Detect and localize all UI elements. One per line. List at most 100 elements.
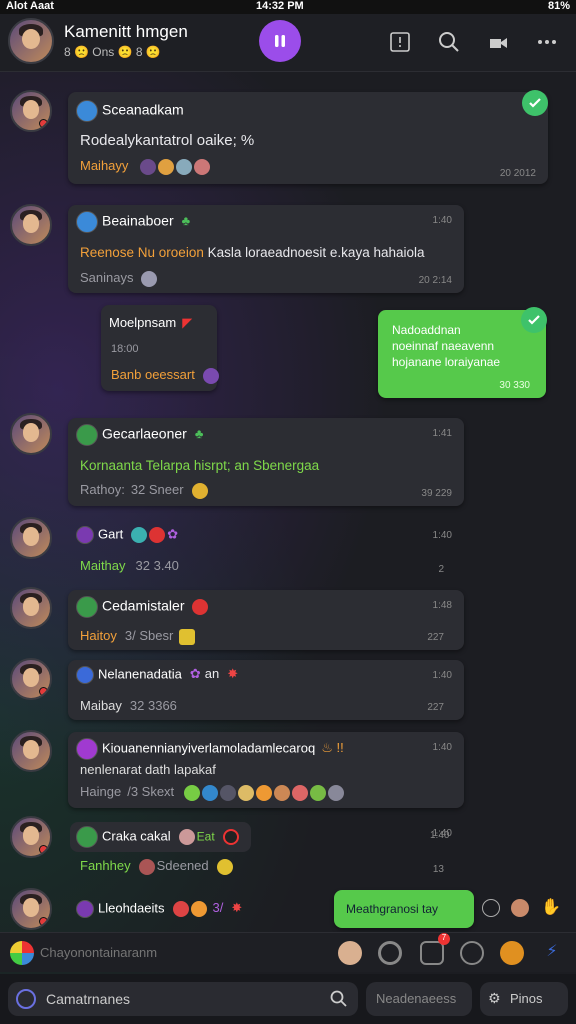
user-avatar[interactable] [338,941,362,965]
sender-name: Cedamistaler [102,597,185,614]
bottom-search[interactable]: Camatrnanes [8,982,358,1016]
app-logo-icon[interactable] [10,941,34,965]
message-text: Rodealykantatrol oaike; % [80,132,255,149]
search-icon [330,990,347,1007]
reaction-icon[interactable] [140,158,157,175]
message-bubble[interactable]: Kiouanennianyiverlamoladamlecaroq ♨ !! 1:… [68,732,464,808]
reaction-icon[interactable] [138,858,155,875]
message-bubble[interactable]: Craka cakal Eat 1:40 Fanhhey Sdeened 13 [68,818,464,884]
gift-icon[interactable]: 7 [420,933,450,965]
message-bubble[interactable]: Gecarlaeoner ♣ 1:41 Kornaanta Telarpa his… [68,418,464,506]
more-button[interactable] [536,31,558,53]
sender-name: Gart [98,526,124,542]
meta-label: Haitoy [80,628,117,643]
meta-label: Hainge [80,784,122,799]
sender-avatar[interactable] [10,587,52,629]
camera-icon[interactable] [378,941,402,965]
reaction-icon[interactable] [183,784,200,801]
reaction-icon[interactable] [179,628,196,645]
spark-icon: ✸ [231,900,243,916]
sender-avatar[interactable] [10,517,52,559]
group-icon [76,900,94,918]
gamepad-icon[interactable] [460,941,484,965]
reaction-icon[interactable] [309,784,326,801]
reaction-icon[interactable] [511,899,529,917]
pause-button[interactable] [259,20,301,62]
message-meta: 18:00 [111,343,139,355]
meta-value: 32 3.40 [135,558,179,573]
message-bubble[interactable]: Gart ✿ 1:40 Maithay 32 3.40 2 [68,520,464,582]
reaction-icon[interactable] [237,784,254,801]
reaction-icon[interactable] [273,784,290,801]
pin-icon: ⚙ [488,990,501,1006]
sender-avatar[interactable] [10,816,52,858]
reaction-icon[interactable] [178,829,195,845]
message-bubble[interactable]: Lleohdaeits 3/ ✸ [76,900,242,918]
message-bubble[interactable]: Cedamistaler 1:48 Haitoy 3/ Sbesr 227 [68,590,464,650]
chat-title[interactable]: Kamenitt hmgen [64,22,188,42]
message-bubble[interactable]: Sceanadkam Rodealykantatrol oaike; % Mai… [68,92,548,184]
meta-label: Fanhhey [80,858,131,873]
meta-label: Banb oeessart [111,367,195,382]
reaction-icon[interactable] [201,784,218,801]
reaction-icon[interactable] [172,901,189,917]
emoji-toggle-icon[interactable] [482,899,500,917]
reaction-icon[interactable] [191,482,208,499]
sender-avatar[interactable] [10,90,52,132]
reaction-icon[interactable] [141,270,158,287]
meta-value: /3 Skext [127,784,175,799]
reaction-icon[interactable] [158,158,175,175]
search-button[interactable] [438,31,460,53]
reaction-icon[interactable] [291,784,308,801]
bottom-search-text: Camatrnanes [46,991,131,1007]
sender-name: Sceanadkam [102,101,184,118]
video-button[interactable] [487,31,509,53]
bottom-bar: Camatrnanes Neadenaeess ⚙ Pinos [0,974,576,1024]
reaction-icon[interactable] [219,784,236,801]
sender-avatar[interactable] [10,888,52,930]
message-text: nenlenarat dath lapakaf [80,762,216,777]
message-bubble[interactable]: Moelpnsam ◤ 18:00 Banb oeessart [101,305,219,391]
reaction-icon[interactable] [190,901,207,917]
reaction-icon[interactable] [131,527,148,543]
message-time: 20 2012 [499,168,536,179]
sender-avatar[interactable] [10,730,52,772]
reaction-icon[interactable] [149,527,166,543]
read-check-icon [522,90,548,116]
outgoing-pill[interactable]: Meathgranosi tay [334,890,474,928]
sender-avatar[interactable] [10,204,52,246]
pins-label: Pinos [510,991,543,1006]
flag-icon: ◤ [182,315,193,330]
message-text: Kasla loraeadnoesit e.kaya hahaiola [203,245,425,260]
reaction-icon[interactable] [327,784,344,801]
group-icon [76,100,98,122]
sender-name: Nelanenadatia [98,666,182,682]
flower-icon: ✿ [167,526,179,542]
message-time: 1:40 [432,530,452,541]
reaction-icon[interactable] [216,858,233,875]
thumbs-up-icon[interactable]: ✋ [541,897,561,917]
message-bubble[interactable]: Beainaboer ♣ 1:40 Reenose Nu oroeion Kasl… [68,205,464,293]
reaction-icon[interactable] [192,599,209,615]
sticker-icon[interactable] [500,941,524,965]
read-check-icon [521,307,547,333]
phone-button[interactable] [389,31,411,53]
message-text: Meathgranosi tay [346,902,439,916]
message-input[interactable] [40,939,330,965]
sender-avatar[interactable] [10,658,52,700]
meta-value: 3/ Sbesr [124,628,174,643]
reaction-icon[interactable] [222,829,239,845]
reaction-icon[interactable] [176,158,193,175]
bolt-icon[interactable]: ⚡ [540,941,564,965]
pins-button[interactable]: ⚙ Pinos [480,982,568,1016]
message-bubble[interactable]: Nelanenadatia ✿ an ✸ 1:40 Maibay 32 3366 227 [68,660,464,720]
reaction-icon[interactable] [202,367,219,384]
group-icon [76,424,98,446]
reaction-icon[interactable] [255,784,272,801]
group-icon [76,596,98,618]
message-time: 2 [438,564,444,575]
sender-avatar[interactable] [10,413,52,455]
reaction-icon[interactable] [194,158,211,175]
mid-pill-button[interactable]: Neadenaeess [366,982,472,1016]
group-avatar[interactable] [8,18,54,64]
